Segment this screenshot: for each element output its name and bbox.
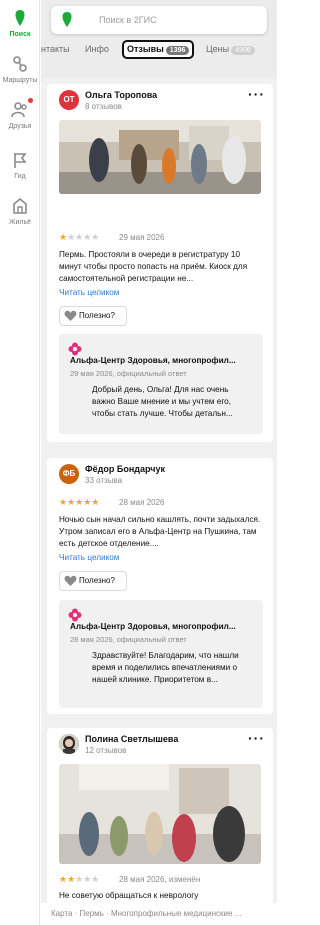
sidebar-item-search[interactable]: Поиск	[0, 8, 40, 38]
review-date: 29 мая 2026	[119, 233, 165, 242]
review-date: 28 мая 2026, изменён	[119, 875, 201, 884]
sidebar-item-label: Маршруты	[2, 77, 38, 84]
reply-meta: 29 мая 2026, официальный ответ	[70, 369, 187, 378]
reviewer-review-count: 12 отзывов	[85, 746, 127, 755]
tab-info[interactable]: Инфо	[85, 44, 109, 54]
reply-meta: 28 мая 2026, официальный ответ	[70, 635, 187, 644]
tab-reviews[interactable]: Отзывы 1396	[122, 40, 195, 59]
flag-icon	[14, 153, 27, 168]
official-reply: Альфа-Центр Здоровья, многопрофил... 28 …	[59, 600, 263, 708]
panel-header: Поиск в 2ГИС нтакты Инфо Отзывы 1396 Цены…	[41, 0, 277, 78]
tab-prices-label: Цены	[206, 44, 230, 54]
avatar: ФБ	[59, 464, 79, 484]
reply-text: Здравствуйте! Благодарим, что нашли врем…	[92, 651, 239, 684]
review-text: Ночью сын начал сильно кашлять, почти за…	[59, 515, 261, 548]
reply-org-name[interactable]: Альфа-Центр Здоровья, многопрофил...	[70, 356, 260, 365]
useful-button[interactable]: Полезно?	[59, 306, 127, 326]
left-sidebar: Поиск Маршруты Друзья Гид Жильё	[0, 0, 40, 925]
notification-dot	[28, 98, 33, 103]
avatar-photo	[59, 734, 79, 754]
sidebar-item-label: Друзья	[8, 123, 32, 130]
tab-reviews-label: Отзывы	[127, 44, 164, 54]
avatar	[59, 734, 79, 754]
org-logo-icon	[68, 608, 82, 622]
prices-count-badge: 4906	[231, 46, 255, 55]
housing-icon	[13, 197, 27, 214]
review-card: Полина Светлышева 12 отзывов ··· ★★★★★ 2…	[47, 728, 273, 908]
review-photo[interactable]	[59, 764, 261, 864]
useful-button[interactable]: Полезно?	[59, 571, 127, 591]
reviewer-review-count: 33 отзыва	[85, 476, 123, 485]
sidebar-item-routes[interactable]: Маршруты	[0, 54, 40, 84]
search-bar[interactable]: Поиск в 2ГИС	[51, 6, 267, 34]
review-date: 28 мая 2026	[119, 498, 165, 507]
tab-bar: нтакты Инфо Отзывы 1396 Цены 4906	[41, 40, 277, 62]
read-more-link[interactable]: Читать целиком	[59, 553, 119, 562]
official-reply: Альфа-Центр Здоровья, многопрофил... 29 …	[59, 334, 263, 434]
search-logo-icon	[15, 10, 25, 26]
reviewer-name[interactable]: Фёдор Бондарчук	[85, 464, 165, 474]
heart-icon	[64, 575, 77, 586]
org-logo-icon	[68, 342, 82, 356]
breadcrumb[interactable]: Карта · Пермь · Многопрофильные медицинс…	[41, 903, 277, 925]
tab-prices[interactable]: Цены 4906	[206, 44, 255, 55]
rating-stars: ★★★★★	[59, 232, 100, 242]
sidebar-item-housing[interactable]: Жильё	[0, 196, 40, 226]
review-photo[interactable]	[59, 120, 261, 194]
review-card: ОТ Ольга Торопова 8 отзывов ··· ★★★★★ 29…	[47, 84, 273, 442]
place-panel: Поиск в 2ГИС нтакты Инфо Отзывы 1396 Цены…	[41, 0, 277, 925]
sidebar-item-label: Жильё	[9, 219, 31, 226]
reviews-count-badge: 1396	[165, 46, 190, 55]
review-text: Пермь. Простояли в очереди в регистратур…	[59, 250, 248, 283]
avatar: ОТ	[59, 90, 79, 110]
more-options-icon[interactable]: ···	[248, 730, 265, 746]
reviewer-name[interactable]: Полина Светлышева	[85, 734, 178, 744]
sidebar-item-label: Гид	[14, 173, 26, 180]
reviewer-review-count: 8 отзывов	[85, 102, 122, 111]
sidebar-item-label: Поиск	[9, 31, 31, 38]
sidebar-item-friends[interactable]: Друзья	[0, 98, 40, 130]
review-card: ФБ Фёдор Бондарчук 33 отзыва ★★★★★ 28 ма…	[47, 458, 273, 714]
friends-icon	[11, 102, 27, 118]
rating-stars: ★★★★★	[59, 497, 100, 507]
search-input[interactable]: Поиск в 2ГИС	[99, 15, 157, 25]
reviewer-name[interactable]: Ольга Торопова	[85, 90, 157, 100]
more-options-icon[interactable]: ···	[248, 86, 265, 102]
useful-label: Полезно?	[79, 576, 115, 585]
read-more-link[interactable]: Читать целиком	[59, 288, 119, 297]
sidebar-item-guide[interactable]: Гид	[0, 150, 40, 180]
heart-icon	[64, 310, 77, 321]
rating-stars: ★★★★★	[59, 874, 100, 884]
reply-org-name[interactable]: Альфа-Центр Здоровья, многопрофил...	[70, 622, 260, 631]
routes-icon	[13, 56, 27, 72]
tab-contacts[interactable]: нтакты	[41, 44, 70, 54]
useful-label: Полезно?	[79, 311, 115, 320]
review-text: Не советую обращаться к неврологу	[59, 891, 199, 900]
reply-text: Добрый день, Ольга! Для нас очень важно …	[92, 385, 233, 418]
brand-logo-icon	[62, 12, 72, 27]
